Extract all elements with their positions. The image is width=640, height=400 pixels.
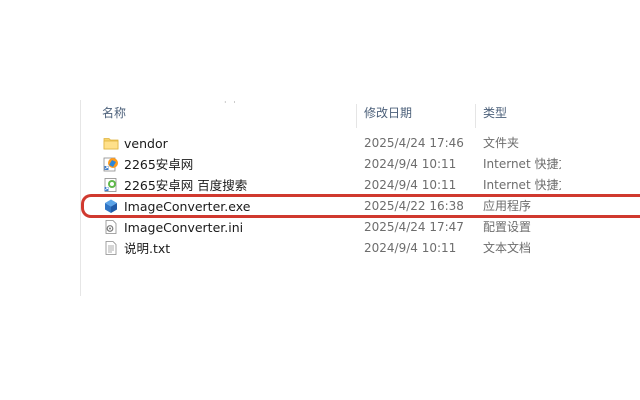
file-type: 应用程序	[483, 199, 532, 213]
file-row-2265-shortcut[interactable]: 2265安卓网 2024/9/4 10:11 Internet 快捷方式	[81, 154, 621, 175]
ini-file-icon	[103, 219, 119, 235]
file-explorer-window: 名称 · · 修改日期 类型 vendor 2025/4/24 17:46 文件…	[0, 0, 640, 400]
column-divider[interactable]	[475, 104, 476, 128]
internet-shortcut-icon	[103, 177, 119, 193]
file-type: 文本文档	[483, 241, 532, 255]
file-name: vendor	[124, 136, 168, 151]
file-row-2265-baidu-shortcut[interactable]: 2265安卓网 百度搜索 2024/9/4 10:11 Internet 快捷方…	[81, 175, 621, 196]
file-date: 2024/9/4 10:11	[364, 157, 457, 171]
file-list: vendor 2025/4/24 17:46 文件夹 2265安卓网 2024/…	[81, 133, 621, 259]
column-header-bar: 名称 · · 修改日期 类型	[81, 98, 621, 128]
file-name: 说明.txt	[124, 241, 171, 256]
file-type: 文件夹	[483, 136, 520, 150]
column-header-date[interactable]: 修改日期	[364, 104, 474, 124]
file-row-vendor[interactable]: vendor 2025/4/24 17:46 文件夹	[81, 133, 621, 154]
file-date: 2025/4/22 16:38	[364, 199, 464, 213]
file-date: 2024/9/4 10:11	[364, 241, 457, 255]
exe-icon	[103, 198, 119, 214]
file-date: 2025/4/24 17:46	[364, 136, 464, 150]
column-header-type[interactable]: 类型	[483, 104, 583, 124]
column-header-name[interactable]: 名称	[102, 104, 352, 124]
file-date: 2025/4/24 17:47	[364, 220, 464, 234]
file-name: 2265安卓网 百度搜索	[124, 178, 248, 193]
folder-icon	[103, 135, 119, 151]
file-row-imageconverter-exe[interactable]: ImageConverter.exe 2025/4/22 16:38 应用程序	[81, 196, 621, 217]
file-row-readme-txt[interactable]: 说明.txt 2024/9/4 10:11 文本文档	[81, 238, 621, 259]
internet-shortcut-icon	[103, 156, 119, 172]
file-date: 2024/9/4 10:11	[364, 178, 457, 192]
file-type: 配置设置	[483, 220, 532, 234]
file-name: ImageConverter.exe	[124, 199, 251, 214]
sort-indicator-icon: · ·	[224, 98, 238, 107]
file-name: 2265安卓网	[124, 157, 194, 172]
text-file-icon	[103, 240, 119, 256]
column-divider[interactable]	[356, 104, 357, 128]
file-name: ImageConverter.ini	[124, 220, 244, 235]
file-type: Internet 快捷方式	[483, 178, 561, 192]
file-type: Internet 快捷方式	[483, 157, 561, 171]
file-row-imageconverter-ini[interactable]: ImageConverter.ini 2025/4/24 17:47 配置设置	[81, 217, 621, 238]
